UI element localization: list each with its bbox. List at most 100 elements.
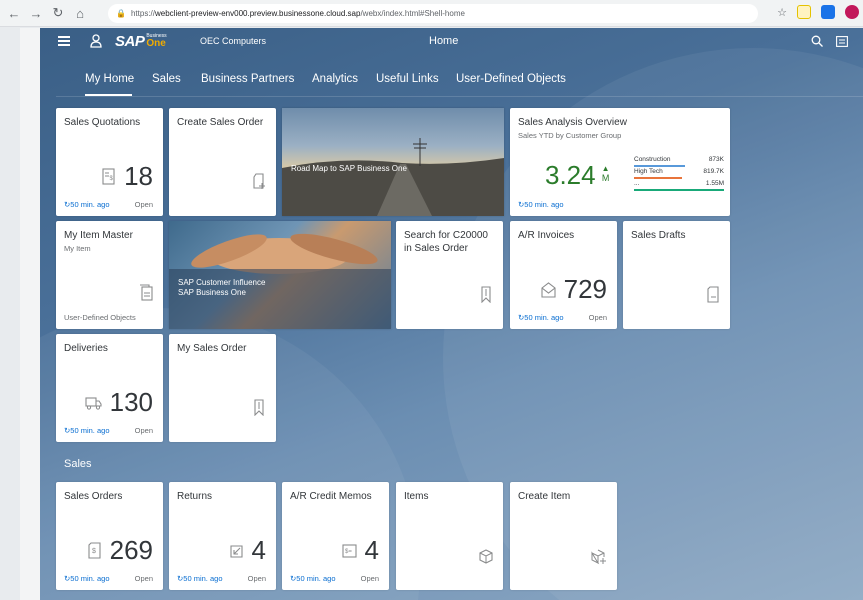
tab-useful-links[interactable]: Useful Links xyxy=(376,73,439,85)
tab-analytics[interactable]: Analytics xyxy=(312,73,358,85)
tile-sales-drafts[interactable]: Sales Drafts xyxy=(623,221,730,329)
back-arrow-icon[interactable]: ← xyxy=(6,5,22,21)
chart-category-label: High Tech xyxy=(634,168,663,175)
chart-value-label: 819.7K xyxy=(703,168,724,175)
sap-business-one-logo[interactable]: SAP Business One xyxy=(115,33,167,50)
refresh-link[interactable]: ↻50 min. ago xyxy=(64,426,110,435)
anchor-navigation-bar: My Home Sales Business Partners Analytic… xyxy=(40,66,863,97)
trend-up-icon: ▲ xyxy=(601,164,610,173)
news-tile-customer-influence[interactable]: SAP Customer Influence SAP Business One xyxy=(169,221,391,329)
star-icon[interactable]: ☆ xyxy=(777,6,787,19)
chart-row: High Tech 819.7K xyxy=(634,168,724,180)
tile-subtitle: My Item xyxy=(64,244,91,253)
menu-icon[interactable] xyxy=(58,36,70,47)
refresh-link[interactable]: ↻50 min. ago xyxy=(64,200,110,209)
url-prefix: https:// xyxy=(130,9,155,18)
browser-toolbar: ← → ↻ ⌂ 🔒 https://webclient-preview-env0… xyxy=(0,0,863,27)
kpi-value: 3.24 xyxy=(545,160,596,190)
status-text: Open xyxy=(134,574,153,583)
notifications-icon[interactable] xyxy=(836,36,848,47)
divider xyxy=(56,96,863,97)
kpi-value: 729 xyxy=(563,274,607,304)
chart-row: Construction 873K xyxy=(634,156,724,168)
tile-search-c20000[interactable]: Search for C20000 in Sales Order xyxy=(396,221,503,329)
tile-footer: User-Defined Objects xyxy=(64,313,136,322)
chart-value-label: 1.55M xyxy=(705,180,724,187)
tab-my-home[interactable]: My Home xyxy=(85,73,134,85)
group-header-sales: Sales xyxy=(64,458,92,470)
tab-user-defined-objects[interactable]: User-Defined Objects xyxy=(456,73,566,85)
company-name: OEC Computers xyxy=(200,36,267,46)
tile-title: Sales Quotations xyxy=(64,117,141,128)
tile-create-item[interactable]: Create Item xyxy=(510,482,617,590)
refresh-link[interactable]: ↻50 min. ago xyxy=(290,574,336,583)
lock-icon: 🔒 xyxy=(116,9,126,18)
tile-my-item-master[interactable]: My Item Master My Item User-Defined Obje… xyxy=(56,221,163,329)
user-icon[interactable] xyxy=(90,34,102,48)
tab-sales[interactable]: Sales xyxy=(152,73,181,85)
create-item-icon xyxy=(591,549,606,565)
tile-ar-credit-memos[interactable]: A/R Credit Memos $= 4 ↻50 min. ago Open xyxy=(282,482,389,590)
svg-text:$: $ xyxy=(110,176,114,182)
delivery-truck-icon xyxy=(85,397,102,410)
tile-my-sales-order[interactable]: My Sales Order xyxy=(169,334,276,442)
status-text: Open xyxy=(360,574,379,583)
sales-order-icon: $ xyxy=(88,542,101,559)
svg-text:$: $ xyxy=(92,548,96,555)
invoice-icon xyxy=(541,282,556,298)
tile-title: Sales Orders xyxy=(64,491,123,502)
bookmark-icon xyxy=(254,399,264,416)
tab-business-partners[interactable]: Business Partners xyxy=(201,73,294,85)
kpi-value: 269 xyxy=(109,535,153,565)
tile-items[interactable]: Items xyxy=(396,482,503,590)
chart-bar xyxy=(634,177,682,179)
kpi-unit: M xyxy=(601,173,610,183)
forward-arrow-icon[interactable]: → xyxy=(28,5,44,21)
chart-category-label: ... xyxy=(634,180,640,187)
news-subcaption: SAP Business One xyxy=(178,288,246,298)
reload-icon[interactable]: ↻ xyxy=(50,5,66,21)
item-master-icon xyxy=(140,284,153,301)
profile-avatar-icon[interactable] xyxy=(845,5,859,19)
refresh-link[interactable]: ↻50 min. ago xyxy=(518,313,564,322)
kpi-value: 4 xyxy=(364,535,379,565)
tile-title: Returns xyxy=(177,491,213,502)
address-bar[interactable]: 🔒 https://webclient-preview-env000.previ… xyxy=(108,4,758,23)
tile-title: Deliveries xyxy=(64,343,108,354)
search-icon[interactable] xyxy=(811,35,823,47)
tile-title: Sales Drafts xyxy=(631,230,686,241)
chart-value-label: 873K xyxy=(708,156,724,163)
news-caption: Road Map to SAP Business One xyxy=(291,164,407,173)
tile-sales-quotations[interactable]: Sales Quotations $ 18 ↻50 min. ago Open xyxy=(56,108,163,216)
tile-ar-invoices[interactable]: A/R Invoices 729 ↻50 min. ago Open xyxy=(510,221,617,329)
tile-title: Create Sales Order xyxy=(177,117,264,128)
tile-sales-orders[interactable]: Sales Orders $ 269 ↻50 min. ago Open xyxy=(56,482,163,590)
credit-memo-icon: $= xyxy=(341,544,357,558)
tile-title: Search for C20000 in Sales Order xyxy=(404,230,488,254)
tile-create-sales-order[interactable]: Create Sales Order xyxy=(169,108,276,216)
quotation-icon: $ xyxy=(102,168,115,185)
status-text: Open xyxy=(588,313,607,322)
svg-text:$=: $= xyxy=(345,549,352,555)
status-text: Open xyxy=(134,200,153,209)
url-path: /webx/index.html#Shell-home xyxy=(360,9,465,18)
tile-title: A/R Credit Memos xyxy=(290,491,372,502)
tile-subtitle: Sales YTD by Customer Group xyxy=(518,131,622,140)
extension-icon[interactable] xyxy=(797,5,811,19)
refresh-link[interactable]: ↻50 min. ago xyxy=(64,574,110,583)
tile-title: My Item Master xyxy=(64,230,133,241)
refresh-link[interactable]: ↻50 min. ago xyxy=(177,574,223,583)
home-icon[interactable]: ⌂ xyxy=(72,5,88,21)
news-tile-road-map[interactable]: Road Map to SAP Business One xyxy=(282,108,504,216)
tile-returns[interactable]: Returns 4 ↻50 min. ago Open xyxy=(169,482,276,590)
tile-deliveries[interactable]: Deliveries 130 ↻50 min. ago Open xyxy=(56,334,163,442)
extension-icon[interactable] xyxy=(821,5,835,19)
refresh-link[interactable]: ↻50 min. ago xyxy=(518,200,564,209)
launchpad-shell: SAP Business One OEC Computers Home My Ho… xyxy=(40,28,863,600)
cube-icon xyxy=(479,549,493,564)
news-caption: SAP Customer Influence xyxy=(178,278,266,287)
status-text: Open xyxy=(247,574,266,583)
tile-sales-analysis-overview[interactable]: Sales Analysis Overview Sales YTD by Cus… xyxy=(510,108,730,216)
hands-image xyxy=(169,233,391,329)
tile-title: My Sales Order xyxy=(177,343,247,354)
